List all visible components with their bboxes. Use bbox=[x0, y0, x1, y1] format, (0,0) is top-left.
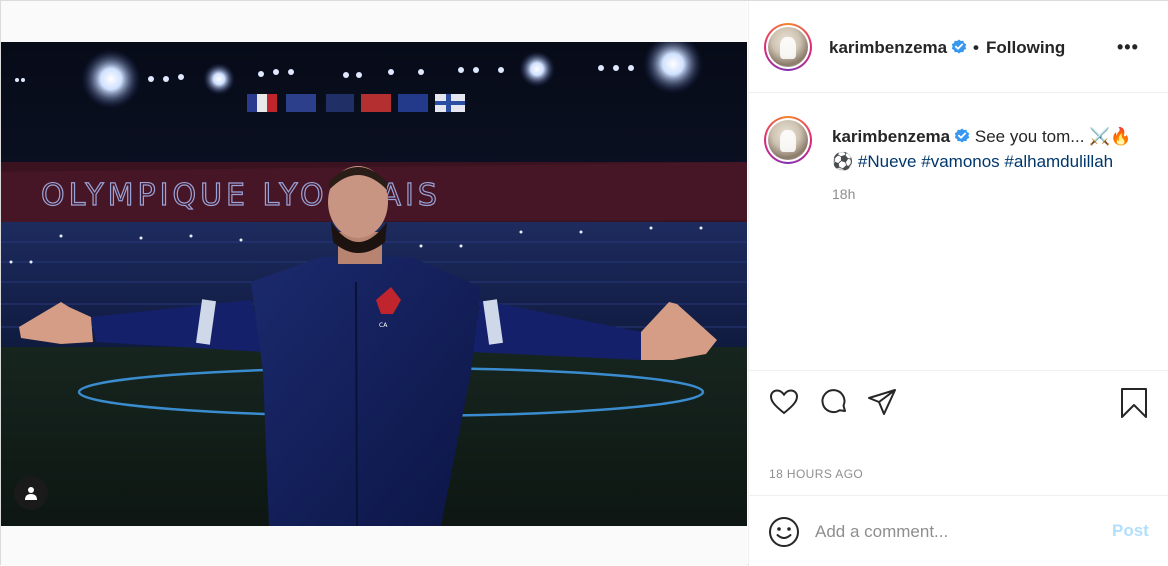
svg-text:CA: CA bbox=[379, 322, 388, 329]
comment-input[interactable] bbox=[815, 518, 1105, 546]
caption-emoji: ⚽ bbox=[832, 152, 854, 171]
caption-text: karimbenzema See you tom... ⚔️🔥 ⚽ #Nueve… bbox=[832, 124, 1152, 174]
hashtag-nueve[interactable]: #Nueve bbox=[858, 152, 917, 171]
hashtag-vamonos[interactable]: #vamonos bbox=[921, 152, 999, 171]
caption-username[interactable]: karimbenzema bbox=[832, 127, 950, 146]
action-bar bbox=[749, 370, 1168, 440]
author-username-link[interactable]: karimbenzema bbox=[829, 38, 967, 58]
header-separator: • bbox=[973, 38, 979, 57]
heart-icon[interactable] bbox=[769, 387, 799, 417]
post-comment-button[interactable]: Post bbox=[1112, 521, 1149, 541]
user-tag-button[interactable] bbox=[14, 476, 48, 510]
paper-plane-icon[interactable] bbox=[867, 387, 897, 417]
following-button[interactable]: Following bbox=[986, 38, 1065, 58]
user-tag-icon bbox=[24, 486, 38, 500]
caption-verified-badge-icon bbox=[954, 126, 970, 143]
post-timestamp[interactable]: 18 HOURS AGO bbox=[769, 467, 863, 481]
media-column: OLYMPIQUE LYONNAIS CA bbox=[1, 1, 747, 566]
caption-body: See you tom... ⚔️🔥 bbox=[974, 127, 1132, 146]
caption-section: karimbenzema See you tom... ⚔️🔥 ⚽ #Nueve… bbox=[749, 94, 1168, 370]
caption-age: 18h bbox=[832, 186, 856, 202]
stadium-photo-illustration: OLYMPIQUE LYONNAIS CA bbox=[1, 42, 747, 526]
more-options-icon[interactable]: ••• bbox=[1117, 38, 1141, 56]
smiley-icon[interactable] bbox=[768, 516, 800, 548]
author-username[interactable]: karimbenzema bbox=[829, 38, 947, 57]
author-avatar[interactable] bbox=[764, 23, 812, 71]
hashtag-alhamdulillah[interactable]: #alhamdulillah bbox=[1004, 152, 1113, 171]
caption-author-avatar[interactable] bbox=[764, 116, 812, 164]
post-modal: OLYMPIQUE LYONNAIS CA karimbenzema • Fol… bbox=[0, 0, 1168, 566]
post-header: karimbenzema • Following ••• bbox=[749, 1, 1168, 93]
comment-bubble-icon[interactable] bbox=[819, 387, 849, 417]
bookmark-icon[interactable] bbox=[1119, 387, 1149, 418]
post-photo[interactable]: OLYMPIQUE LYONNAIS CA bbox=[1, 42, 747, 526]
comment-form: Post bbox=[749, 495, 1168, 566]
post-side-panel: karimbenzema • Following ••• karimbenzem… bbox=[748, 1, 1168, 566]
verified-badge-icon bbox=[951, 39, 967, 55]
